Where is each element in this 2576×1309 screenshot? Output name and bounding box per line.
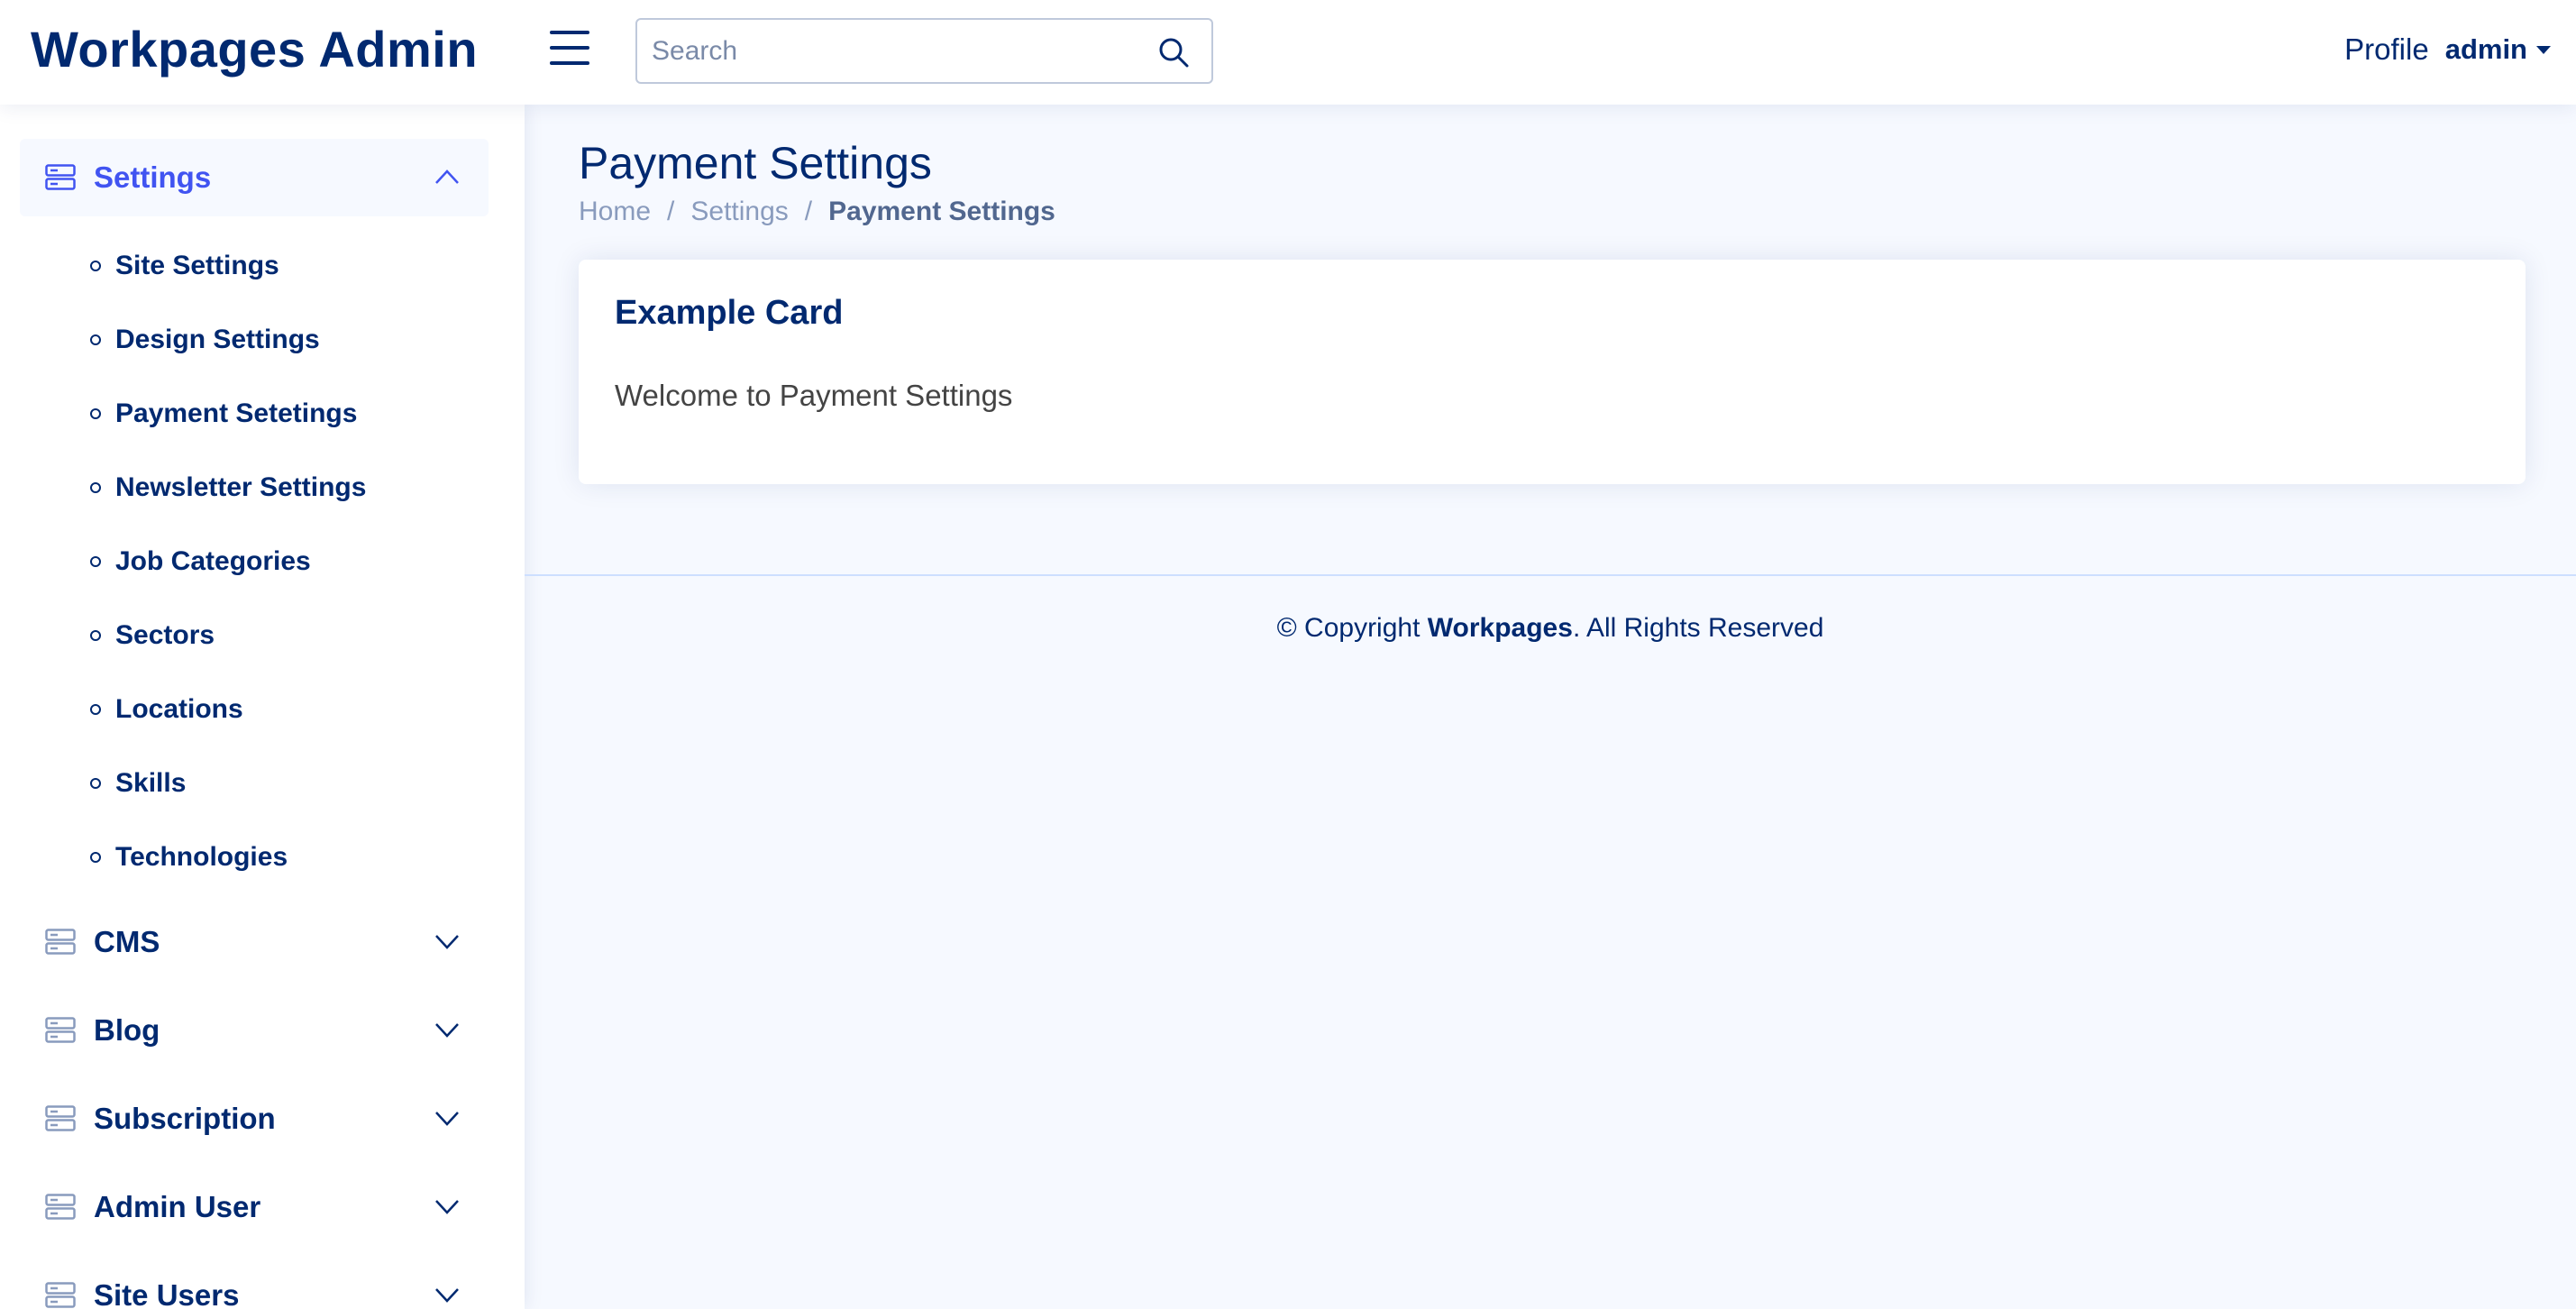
sidebar-subitem-label: Job Categories bbox=[115, 546, 311, 576]
user-name: admin bbox=[2444, 33, 2527, 65]
sidebar-subitem-label: Locations bbox=[115, 694, 243, 724]
chevron-down-icon bbox=[435, 935, 459, 949]
sidebar-subitem-skills[interactable]: Skills bbox=[90, 768, 186, 799]
sidebar-subitem-design-settings[interactable]: Design Settings bbox=[90, 325, 320, 355]
card-text: Welcome to Payment Settings bbox=[615, 379, 1013, 412]
sidebar: Settings Site Settings Design Settings P… bbox=[0, 105, 525, 1309]
sidebar-subitem-label: Site Settings bbox=[115, 251, 279, 280]
chevron-down-icon bbox=[435, 1023, 459, 1038]
server-icon bbox=[45, 1105, 76, 1131]
sidebar-item-admin-user[interactable]: Admin User bbox=[20, 1168, 489, 1246]
sidebar-item-label: CMS bbox=[94, 925, 160, 958]
circle-icon bbox=[90, 852, 101, 863]
sidebar-subitem-label: Payment Setetings bbox=[115, 398, 358, 428]
breadcrumb-separator: / bbox=[804, 197, 813, 226]
sidebar-subitem-label: Design Settings bbox=[115, 325, 320, 354]
circle-icon bbox=[90, 408, 101, 419]
footer-brand: Workpages bbox=[1427, 613, 1573, 643]
profile-area: Profile admin bbox=[2344, 32, 2551, 67]
server-icon bbox=[45, 1017, 76, 1043]
sidebar-subitem-locations[interactable]: Locations bbox=[90, 694, 243, 725]
top-header: Workpages Admin Profile admin bbox=[0, 0, 2576, 105]
sidebar-subitem-newsletter-settings[interactable]: Newsletter Settings bbox=[90, 472, 366, 503]
caret-down-icon bbox=[2536, 45, 2551, 54]
example-card: Example Card Welcome to Payment Settings bbox=[579, 260, 2526, 484]
sidebar-subitem-payment-settings[interactable]: Payment Setetings bbox=[90, 398, 357, 429]
user-menu-dropdown[interactable]: admin bbox=[2445, 33, 2551, 66]
sidebar-item-site-users[interactable]: Site Users bbox=[20, 1257, 489, 1309]
sidebar-item-label: Settings bbox=[94, 160, 212, 194]
breadcrumb-current: Payment Settings bbox=[828, 197, 1055, 226]
sidebar-item-blog[interactable]: Blog bbox=[20, 992, 489, 1069]
server-icon bbox=[45, 1282, 76, 1308]
chevron-down-icon bbox=[435, 1288, 459, 1303]
chevron-down-icon bbox=[435, 1200, 459, 1214]
sidebar-item-cms[interactable]: CMS bbox=[20, 903, 489, 981]
footer-prefix: © Copyright bbox=[1276, 613, 1428, 643]
sidebar-subitem-label: Technologies bbox=[115, 842, 288, 872]
chevron-up-icon bbox=[435, 169, 459, 184]
card-title: Example Card bbox=[615, 294, 844, 332]
profile-label[interactable]: Profile bbox=[2344, 32, 2429, 67]
sidebar-item-label: Subscription bbox=[94, 1102, 276, 1135]
search-box bbox=[635, 18, 1213, 84]
breadcrumb-settings[interactable]: Settings bbox=[690, 197, 788, 227]
sidebar-subitem-site-settings[interactable]: Site Settings bbox=[90, 251, 279, 281]
circle-icon bbox=[90, 482, 101, 493]
server-icon bbox=[45, 929, 76, 955]
sidebar-item-label: Blog bbox=[94, 1013, 160, 1047]
breadcrumb-separator: / bbox=[667, 197, 675, 226]
sidebar-subitem-technologies[interactable]: Technologies bbox=[90, 842, 288, 873]
breadcrumb-home[interactable]: Home bbox=[579, 197, 651, 227]
circle-icon bbox=[90, 778, 101, 789]
page-title: Payment Settings bbox=[579, 138, 932, 188]
sidebar-subitem-label: Sectors bbox=[115, 620, 215, 650]
search-icon[interactable] bbox=[1157, 36, 1190, 69]
footer-divider bbox=[525, 574, 2576, 576]
sidebar-subitem-label: Newsletter Settings bbox=[115, 472, 367, 502]
circle-icon bbox=[90, 556, 101, 567]
sidebar-subitem-sectors[interactable]: Sectors bbox=[90, 620, 215, 651]
server-icon bbox=[45, 1194, 76, 1220]
app-logo[interactable]: Workpages Admin bbox=[31, 20, 478, 78]
footer: © Copyright Workpages. All Rights Reserv… bbox=[525, 613, 2576, 644]
circle-icon bbox=[90, 704, 101, 715]
sidebar-subitem-job-categories[interactable]: Job Categories bbox=[90, 546, 311, 577]
server-icon bbox=[45, 164, 76, 190]
search-input[interactable] bbox=[652, 29, 1138, 74]
chevron-down-icon bbox=[435, 1112, 459, 1126]
sidebar-item-subscription[interactable]: Subscription bbox=[20, 1080, 489, 1158]
circle-icon bbox=[90, 334, 101, 345]
sidebar-item-settings[interactable]: Settings bbox=[20, 139, 489, 216]
footer-suffix: . All Rights Reserved bbox=[1572, 613, 1824, 643]
sidebar-item-label: Admin User bbox=[94, 1190, 261, 1223]
sidebar-item-label: Site Users bbox=[94, 1278, 240, 1309]
circle-icon bbox=[90, 630, 101, 641]
menu-toggle-icon[interactable] bbox=[550, 31, 591, 69]
breadcrumb: Home / Settings / Payment Settings bbox=[579, 197, 1055, 227]
circle-icon bbox=[90, 261, 101, 271]
sidebar-subitem-label: Skills bbox=[115, 768, 187, 798]
